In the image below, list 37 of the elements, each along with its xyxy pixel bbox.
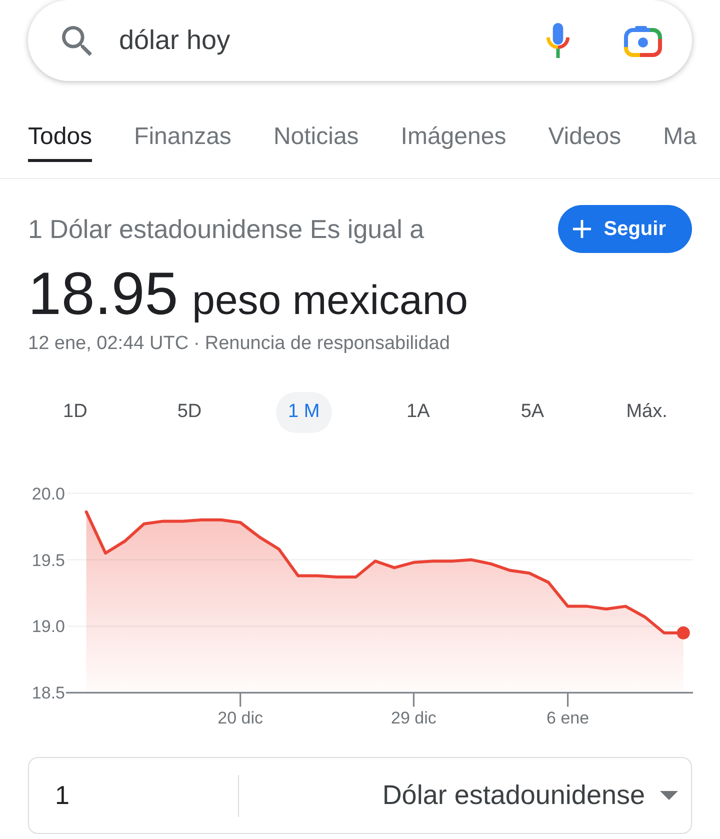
exchange-rate: 18.95 [28,264,178,324]
range-tab[interactable]: 5D [165,392,214,433]
camera-icon[interactable] [624,24,662,56]
range-tab[interactable]: 5A [508,392,556,433]
follow-button[interactable]: Seguir [558,205,692,253]
range-tab[interactable]: 1D [51,392,100,433]
search-input[interactable]: dólar hoy [119,20,419,61]
x-axis-label: 29 dic [391,708,436,728]
search-tab[interactable]: Todos [28,121,92,162]
search-tab[interactable]: Imágenes [400,121,506,162]
disclaimer-link[interactable]: Renuncia de responsabilidad [204,332,450,356]
caret-icon [660,791,678,800]
y-axis-label: 19.5 [32,550,65,570]
search-icon[interactable] [62,26,92,56]
search-tab[interactable]: Ma [663,121,696,162]
search-tab[interactable]: Videos [548,121,622,162]
timestamp: 12 ene, 02:44 UTC [28,332,189,356]
search-tab[interactable]: Noticias [273,121,359,162]
separator-dot: · [194,332,200,356]
x-axis-label: 6 ene [546,708,590,728]
microphone-icon[interactable] [545,23,571,58]
target-currency: peso mexicano [192,280,468,321]
currency-dropdown[interactable]: Dólar estadounidense [239,758,691,833]
y-axis-label: 20.0 [32,484,65,504]
plus-icon [572,220,591,238]
point-marker-icon [676,626,690,640]
search-tab[interactable]: Finanzas [134,121,232,162]
search-bar[interactable]: dólar hoy [28,0,692,81]
amount-input[interactable]: 1 [29,758,238,833]
range-tab[interactable]: 1A [394,392,442,433]
y-axis-label: 18.5 [32,684,65,703]
conversion-heading: 1 Dólar estadounidense Es igual a [28,212,424,246]
range-tab[interactable]: Máx. [614,392,680,433]
currency-converter[interactable]: 1 Dólar estadounidense [28,757,692,834]
range-tab[interactable]: 1 M [276,392,332,433]
y-axis-label: 19.0 [32,617,65,636]
x-axis-label: 20 dic [218,708,264,728]
